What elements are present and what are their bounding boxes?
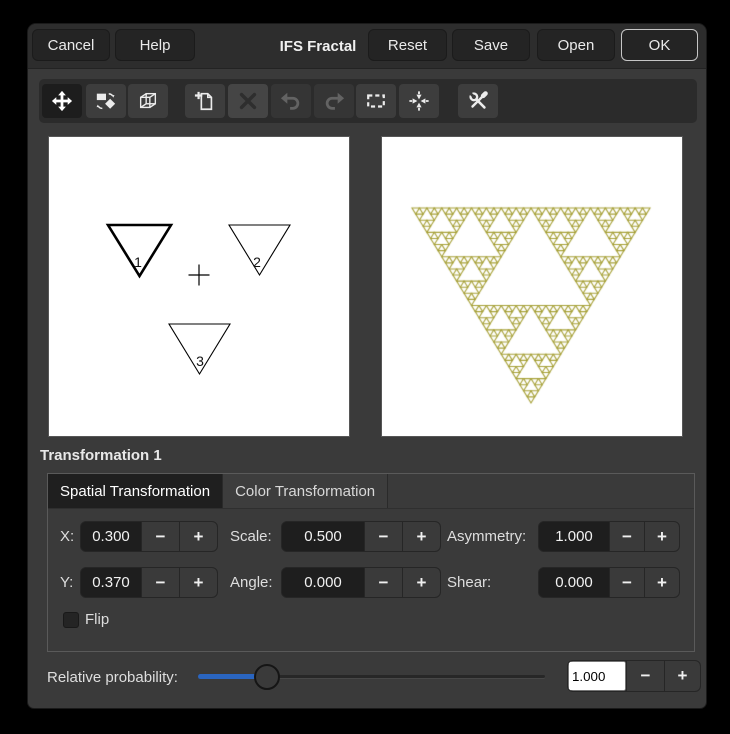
recompute-center-button[interactable] <box>399 84 439 118</box>
svg-text:3: 3 <box>196 353 204 369</box>
y-spinbox: − + <box>80 567 218 598</box>
cube-icon <box>137 90 159 112</box>
plus-icon: + <box>678 666 688 686</box>
tab-spatial-transformation[interactable]: Spatial Transformation <box>48 474 223 508</box>
y-increment-button[interactable]: + <box>179 568 217 597</box>
x-label: X: <box>60 528 74 545</box>
cancel-button[interactable]: Cancel <box>32 29 110 61</box>
plus-icon: + <box>417 527 427 547</box>
asymmetry-decrement-button[interactable]: − <box>609 522 644 551</box>
move-icon <box>51 90 73 112</box>
plus-icon: + <box>194 527 204 547</box>
shear-input[interactable] <box>539 568 609 597</box>
new-transformation-button[interactable] <box>185 84 225 118</box>
toolbar <box>39 79 697 123</box>
transformation-notebook: Spatial Transformation Color Transformat… <box>47 473 695 652</box>
asymmetry-input[interactable] <box>539 522 609 551</box>
angle-increment-button[interactable]: + <box>402 568 440 597</box>
asymmetry-label: Asymmetry: <box>447 528 526 545</box>
delete-transformation-button <box>228 84 268 118</box>
minus-icon: − <box>622 527 632 547</box>
x-decrement-button[interactable]: − <box>141 522 179 551</box>
redo-button <box>314 84 354 118</box>
undo-button <box>271 84 311 118</box>
x-increment-button[interactable]: + <box>179 522 217 551</box>
save-button[interactable]: Save <box>452 29 530 61</box>
fractal-canvas <box>382 137 682 436</box>
delete-x-icon <box>237 90 259 112</box>
render-options-button[interactable] <box>458 84 498 118</box>
selection-rectangle-icon <box>365 90 387 112</box>
plus-icon: + <box>657 527 667 547</box>
dialog-title: IFS Fractal <box>268 24 368 68</box>
minus-icon: − <box>379 573 389 593</box>
ok-button[interactable]: OK <box>621 29 698 61</box>
redo-icon <box>323 90 345 112</box>
open-button[interactable]: Open <box>537 29 615 61</box>
asymmetry-increment-button[interactable]: + <box>644 522 679 551</box>
tab-color-transformation[interactable]: Color Transformation <box>223 474 388 508</box>
undo-icon <box>280 90 302 112</box>
design-preview[interactable]: 1 2 3 <box>48 136 350 437</box>
scale-spinbox: − + <box>281 521 441 552</box>
svg-text:2: 2 <box>253 254 261 270</box>
y-label: Y: <box>60 574 73 591</box>
relative-probability-label: Relative probability: <box>47 669 178 686</box>
probability-increment-button[interactable]: + <box>664 661 700 691</box>
relative-probability-slider[interactable] <box>198 663 545 691</box>
scale-input[interactable] <box>282 522 364 551</box>
angle-input[interactable] <box>282 568 364 597</box>
design-preview-svg[interactable]: 1 2 3 <box>49 137 349 436</box>
flip-checkbox[interactable] <box>63 612 79 628</box>
scale-increment-button[interactable]: + <box>402 522 440 551</box>
minus-icon: − <box>622 573 632 593</box>
relative-probability-input[interactable] <box>568 661 626 691</box>
flip-label: Flip <box>85 611 109 628</box>
plus-icon: + <box>417 573 427 593</box>
minus-icon: − <box>641 666 651 686</box>
svg-text:1: 1 <box>134 254 142 270</box>
minus-icon: − <box>156 527 166 547</box>
shear-decrement-button[interactable]: − <box>609 568 644 597</box>
minus-icon: − <box>156 573 166 593</box>
scale-label: Scale: <box>230 528 272 545</box>
angle-decrement-button[interactable]: − <box>364 568 402 597</box>
spatial-transformation-panel: X: − + Scale: − + Asymmetry: − + Y: − <box>48 508 694 651</box>
y-input[interactable] <box>81 568 141 597</box>
fractal-preview <box>381 136 683 437</box>
ifs-fractal-dialog: Cancel Help IFS Fractal Reset Save Open … <box>28 24 706 708</box>
rotate-scale-icon <box>95 90 117 112</box>
shear-increment-button[interactable]: + <box>644 568 679 597</box>
scale-decrement-button[interactable]: − <box>364 522 402 551</box>
move-tool-button[interactable] <box>42 84 82 118</box>
transformation-heading: Transformation 1 <box>40 447 162 464</box>
shear-label: Shear: <box>447 574 491 591</box>
probability-decrement-button[interactable]: − <box>626 661 664 691</box>
plus-icon: + <box>194 573 204 593</box>
angle-spinbox: − + <box>281 567 441 598</box>
titlebar: Cancel Help IFS Fractal Reset Save Open … <box>28 24 706 69</box>
x-input[interactable] <box>81 522 141 551</box>
center-arrows-icon <box>408 90 430 112</box>
angle-label: Angle: <box>230 574 273 591</box>
x-spinbox: − + <box>80 521 218 552</box>
select-all-button[interactable] <box>356 84 396 118</box>
y-decrement-button[interactable]: − <box>141 568 179 597</box>
help-button[interactable]: Help <box>115 29 195 61</box>
minus-icon: − <box>379 527 389 547</box>
tab-bar: Spatial Transformation Color Transformat… <box>48 474 694 509</box>
new-document-icon <box>194 90 216 112</box>
reset-button[interactable]: Reset <box>368 29 447 61</box>
plus-icon: + <box>657 573 667 593</box>
stretch-tool-button[interactable] <box>128 84 168 118</box>
asymmetry-spinbox: − + <box>538 521 680 552</box>
tools-wrench-icon <box>467 90 489 112</box>
relative-probability-spinbox: − + <box>567 660 701 692</box>
shear-spinbox: − + <box>538 567 680 598</box>
slider-handle[interactable] <box>254 664 280 690</box>
rotate-scale-tool-button[interactable] <box>86 84 126 118</box>
